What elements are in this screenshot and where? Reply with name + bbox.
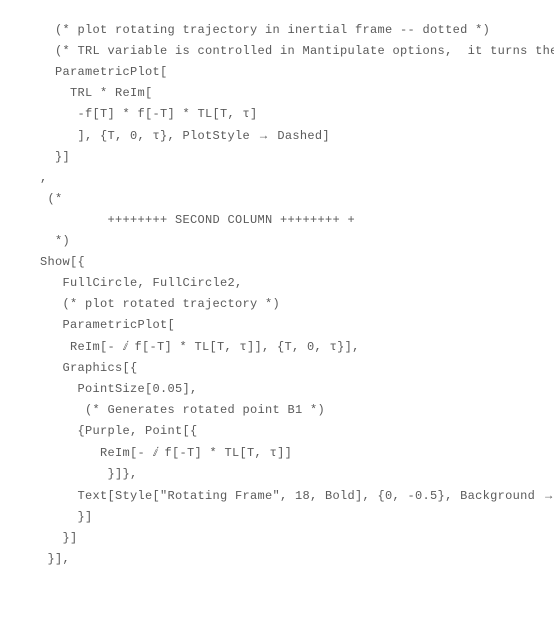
code-line: }]}, [40, 464, 544, 485]
code-line: Graphics[{ [40, 358, 544, 379]
code-line: ], {T, 0, τ}, PlotStyle → Dashed] [40, 125, 544, 147]
code-line: TRL * ReIm[ [40, 83, 544, 104]
code-line: }] [40, 507, 544, 528]
arrow-icon: → [543, 488, 554, 502]
code-line: ++++++++ SECOND COLUMN ++++++++ + [40, 210, 544, 231]
code-line: Show[{ [40, 252, 544, 273]
code-line: Text[Style["Rotating Frame", 18, Bold], … [40, 485, 544, 507]
code-line: (* plot rotating trajectory in inertial … [40, 20, 544, 41]
arrow-icon: → [258, 128, 270, 142]
code-line: (* plot rotated trajectory *) [40, 294, 544, 315]
code-block: (* plot rotating trajectory in inertial … [40, 20, 544, 570]
code-line: ParametricPlot[ [40, 315, 544, 336]
code-line: (* TRL variable is controlled in Mantipu… [40, 41, 544, 62]
code-line: {Purple, Point[{ [40, 421, 544, 442]
code-line: , [40, 168, 544, 189]
code-line: ReIm[- ⅈ f[-T] * TL[T, τ]], {T, 0, τ}], [40, 336, 544, 358]
code-line: }] [40, 528, 544, 549]
code-line: -f[T] * f[-T] * TL[T, τ] [40, 104, 544, 125]
code-line: ReIm[- ⅈ f[-T] * TL[T, τ]] [40, 442, 544, 464]
code-line: }], [40, 549, 544, 570]
code-line: (* [40, 189, 544, 210]
code-line: FullCircle, FullCircle2, [40, 273, 544, 294]
code-line: *) [40, 231, 544, 252]
code-line: ParametricPlot[ [40, 62, 544, 83]
code-line: }] [40, 147, 544, 168]
code-line: PointSize[0.05], [40, 379, 544, 400]
code-line: (* Generates rotated point B1 *) [40, 400, 544, 421]
